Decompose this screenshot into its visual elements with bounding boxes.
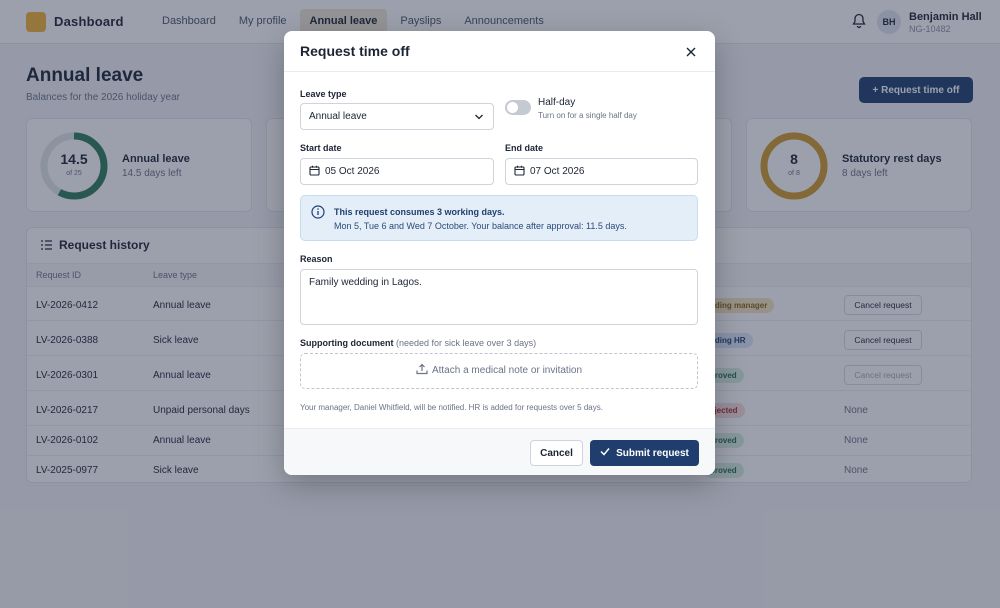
submit-request-label: Submit request [616,447,689,459]
calendar-icon [309,165,320,176]
close-button[interactable] [682,43,700,61]
end-date-label: End date [505,143,544,153]
working-days-notice: This request consumes 3 working days. Mo… [300,195,698,241]
notice-title: This request consumes 3 working days. [334,207,505,217]
upload-icon [416,364,428,375]
calendar-icon [514,165,525,176]
request-time-off-dialog: Request time off Leave type Annual leave… [284,31,715,475]
toggle-knob [507,102,518,113]
close-icon [686,47,696,57]
dialog-divider [284,71,715,72]
end-date-input[interactable]: 07 Oct 2026 [505,158,698,185]
start-date-label: Start date [300,143,342,153]
supporting-document-title: Supporting document [300,338,394,348]
dialog-title: Request time off [300,43,410,59]
half-day-toggle[interactable] [505,100,531,115]
start-date-value: 05 Oct 2026 [325,166,380,177]
supporting-document-label: Supporting document (needed for sick lea… [300,338,536,348]
submit-request-button[interactable]: Submit request [590,440,699,466]
leave-type-select[interactable]: Annual leave [300,103,494,130]
chevron-down-icon [475,114,483,120]
attach-document-text: Attach a medical note or invitation [431,365,583,376]
supporting-document-hint: (needed for sick leave over 3 days) [396,338,537,348]
end-date-value: 07 Oct 2026 [530,166,585,177]
attach-document-dropzone[interactable]: Attach a medical note or invitation [300,353,698,389]
reason-textarea[interactable] [300,269,698,325]
half-day-title: Half-day [538,97,576,108]
reason-label: Reason [300,254,333,264]
leave-type-label: Leave type [300,89,347,99]
start-date-input[interactable]: 05 Oct 2026 [300,158,494,185]
cancel-button[interactable]: Cancel [530,440,583,466]
info-icon [311,205,325,219]
half-day-subtitle: Turn on for a single half day [538,111,637,120]
notice-text: Mon 5, Tue 6 and Wed 7 October. Your bal… [334,221,627,231]
leave-type-value: Annual leave [309,111,367,122]
check-icon [600,448,610,456]
dialog-footer: Cancel Submit request [284,428,715,475]
notification-note: Your manager, Daniel Whitfield, will be … [300,403,603,412]
